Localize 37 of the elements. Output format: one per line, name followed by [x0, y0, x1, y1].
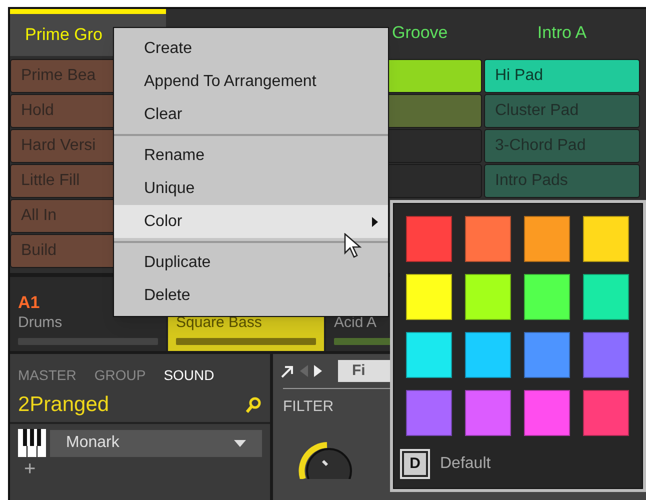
- color-swatch[interactable]: [583, 274, 629, 320]
- color-swatch[interactable]: [465, 332, 511, 378]
- panel-tab[interactable]: MASTER: [18, 362, 76, 388]
- group-name: Square Bass: [176, 315, 263, 330]
- color-swatch[interactable]: [406, 390, 452, 436]
- panel-tab[interactable]: GROUP: [94, 362, 146, 388]
- color-swatch[interactable]: [406, 274, 452, 320]
- color-swatch[interactable]: [465, 274, 511, 320]
- menu-item[interactable]: Color: [114, 205, 388, 238]
- color-swatch[interactable]: [465, 216, 511, 262]
- color-swatch[interactable]: [524, 332, 570, 378]
- caret-icon: [234, 440, 246, 446]
- add-button[interactable]: +: [24, 459, 36, 479]
- group-name: Drums: [18, 315, 64, 330]
- color-swatch[interactable]: [524, 274, 570, 320]
- color-swatch[interactable]: [406, 332, 452, 378]
- panel-tab[interactable]: SOUND: [164, 362, 214, 388]
- arrow-icon[interactable]: [281, 364, 294, 378]
- default-color-button[interactable]: D: [400, 449, 430, 479]
- color-swatch[interactable]: [583, 332, 629, 378]
- color-swatch[interactable]: [406, 216, 452, 262]
- color-swatch[interactable]: [583, 216, 629, 262]
- color-swatch[interactable]: [524, 216, 570, 262]
- mouse-cursor-icon: [344, 233, 362, 259]
- keyboard-icon: [18, 429, 46, 457]
- color-swatch[interactable]: [524, 390, 570, 436]
- right-arrow-icon[interactable]: [314, 365, 322, 377]
- default-label: Default: [440, 454, 491, 474]
- color-swatch[interactable]: [583, 390, 629, 436]
- group-name: Acid A: [334, 315, 378, 330]
- left-arrow-icon[interactable]: [300, 365, 308, 377]
- sound-name: 2Pranged: [18, 392, 110, 418]
- section-label: FILTER: [283, 398, 334, 415]
- pattern-slot[interactable]: Hi Pad: [484, 59, 640, 93]
- plugin-dropdown[interactable]: Monark: [50, 430, 262, 456]
- search-icon[interactable]: [244, 396, 262, 414]
- color-swatch[interactable]: [465, 390, 511, 436]
